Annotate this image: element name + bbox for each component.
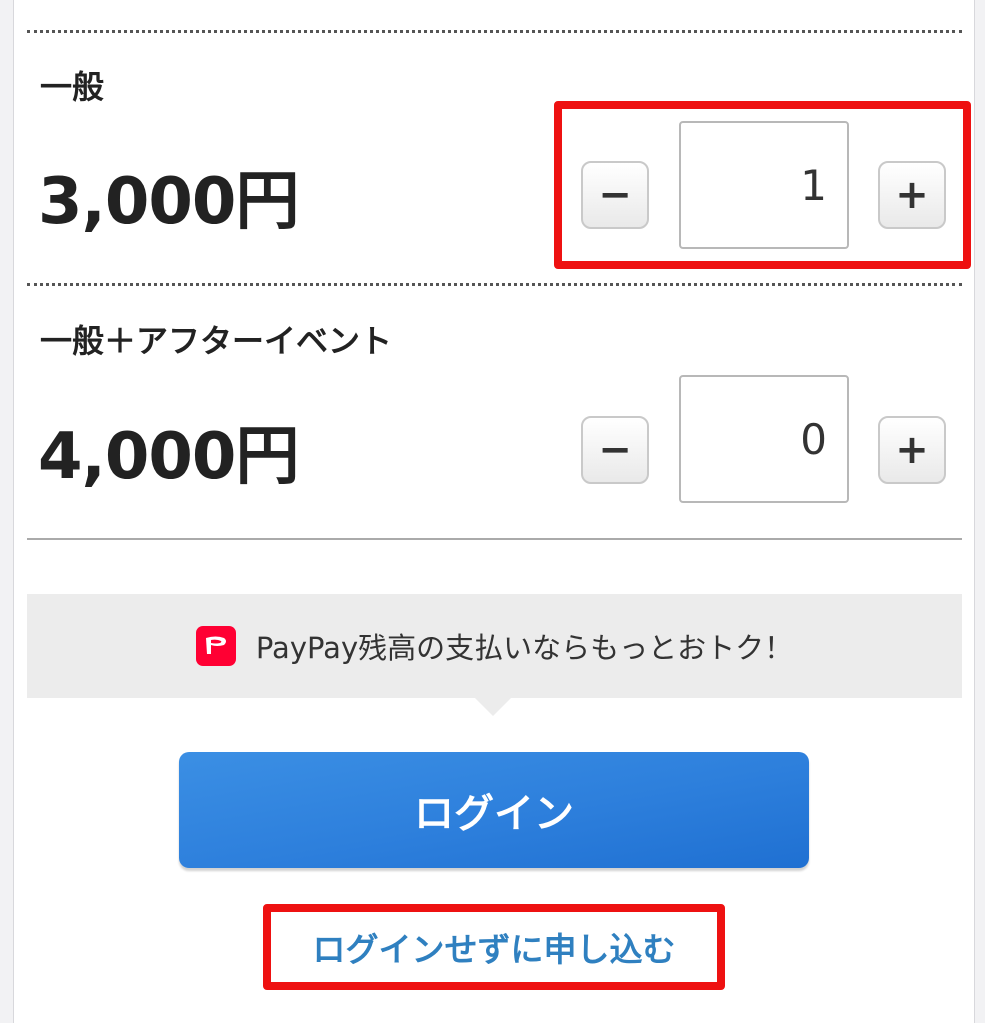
ticket-name: 一般 — [40, 68, 105, 106]
decrement-button[interactable]: − — [581, 416, 649, 484]
ticket-price: 3,000円 — [38, 165, 299, 239]
highlight-box — [263, 904, 725, 990]
ticket-name: 一般＋アフターイベント — [40, 322, 393, 360]
increment-button[interactable]: + — [878, 416, 946, 484]
divider — [27, 283, 962, 286]
ticket-price: 4,000円 — [38, 420, 299, 494]
divider — [27, 30, 962, 33]
paypay-promo-banner: PayPay残高の支払いならもっとおトク！ — [27, 594, 962, 698]
promo-pointer — [475, 698, 511, 716]
highlight-box — [554, 101, 971, 269]
section-divider — [27, 538, 962, 540]
promo-text: PayPay残高の支払いならもっとおトク！ — [255, 631, 794, 665]
paypay-logo-icon — [195, 626, 236, 666]
login-button[interactable]: ログイン — [179, 752, 809, 868]
quantity-input[interactable]: 0 — [679, 375, 849, 503]
